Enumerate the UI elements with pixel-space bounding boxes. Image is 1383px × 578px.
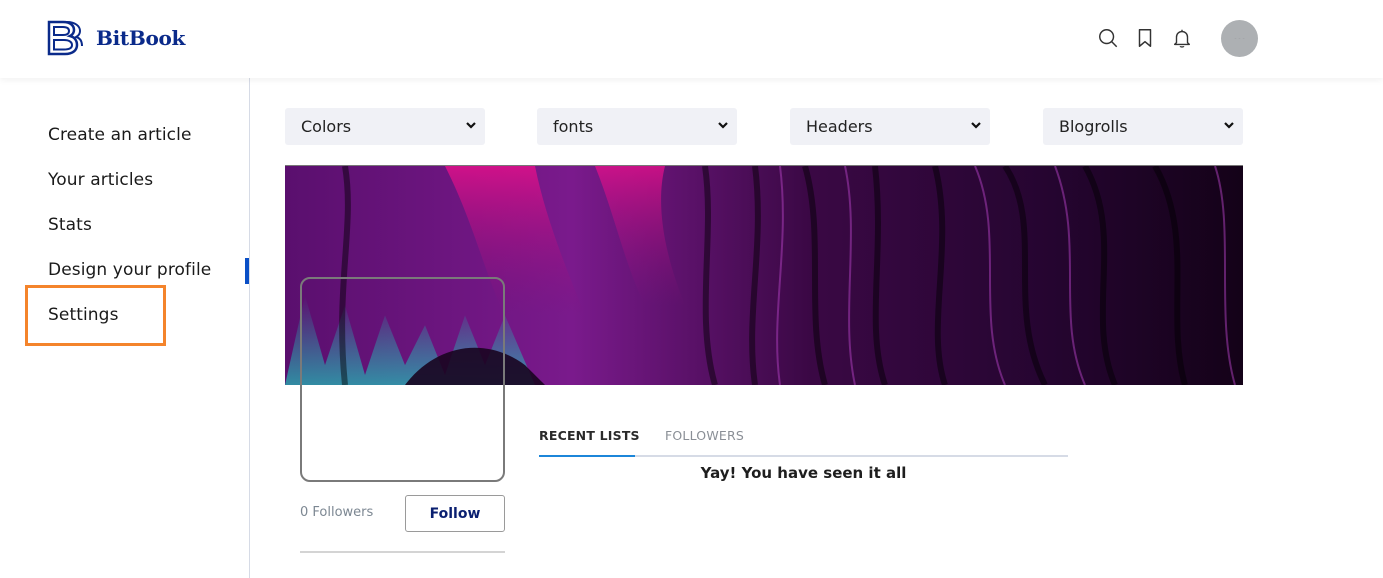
chevron-down-icon [971,122,981,129]
colors-select[interactable]: Colors [285,108,485,145]
active-tab-indicator [539,455,635,457]
follow-button[interactable]: Follow [405,495,505,532]
user-avatar[interactable]: - - - [1221,20,1258,57]
followers-count: 0 Followers [300,505,374,520]
settings-highlight-box [25,285,166,346]
sidebar-item-your-articles[interactable]: Your articles [48,170,153,190]
bitbook-logo-icon [47,20,83,56]
search-icon [1099,29,1118,48]
notifications-button[interactable] [1170,26,1194,50]
bell-icon [1173,29,1191,48]
tab-followers[interactable]: FOLLOWERS [665,428,744,443]
sidebar-item-design-profile[interactable]: Design your profile [48,260,211,280]
fonts-select-value: fonts [553,117,594,136]
blogrolls-select[interactable]: Blogrolls [1043,108,1243,145]
blogrolls-select-value: Blogrolls [1059,117,1128,136]
chevron-down-icon [718,122,728,129]
sidebar-item-create-article[interactable]: Create an article [48,125,192,145]
fonts-select[interactable]: fonts [537,108,737,145]
bookmark-icon [1138,29,1152,47]
sidebar-item-stats[interactable]: Stats [48,215,92,235]
sidebar-active-indicator [245,258,249,284]
avatar-label: - - - [1234,35,1245,42]
tab-recent-lists[interactable]: RECENT LISTS [539,428,640,443]
empty-feed-message: Yay! You have seen it all [700,464,907,482]
brand-name: BitBook [96,26,186,50]
search-button[interactable] [1096,26,1120,50]
top-navbar: BitBook - - - [0,0,1383,78]
profile-divider [300,551,505,553]
headers-select-value: Headers [806,117,873,136]
chevron-down-icon [466,122,476,129]
headers-select[interactable]: Headers [790,108,990,145]
profile-tabs: RECENT LISTS FOLLOWERS [539,420,1068,457]
chevron-down-icon [1224,122,1234,129]
brand-logo[interactable]: BitBook [47,20,185,56]
bookmarks-button[interactable] [1133,26,1157,50]
colors-select-value: Colors [301,117,352,136]
profile-picture-frame[interactable] [300,277,505,482]
